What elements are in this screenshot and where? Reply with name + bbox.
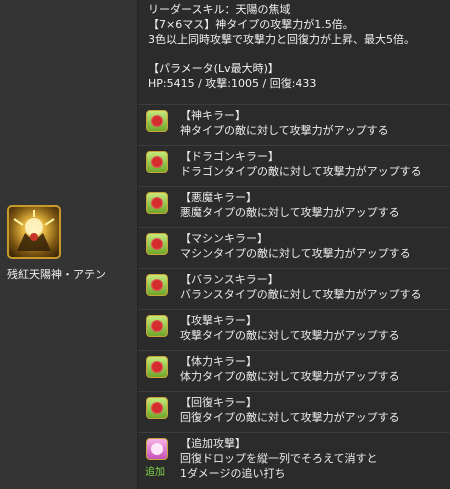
awakening-row: 【攻撃キラー】 攻撃タイプの敵に対して攻撃力がアップする: [138, 309, 450, 350]
awakening-desc: 攻撃タイプの敵に対して攻撃力がアップする: [180, 329, 400, 342]
awakening-title: 【マシンキラー】: [180, 232, 268, 245]
awakening-desc: 体力タイプの敵に対して攻撃力がアップする: [180, 370, 400, 383]
awakening-row: 【悪魔キラー】 悪魔タイプの敵に対して攻撃力がアップする: [138, 186, 450, 227]
leader-skill-effect-1: 【7×6マス】神タイプの攻撃力が1.5倍。: [148, 18, 354, 31]
awakening-row: 追加 【追加攻撃】 回復ドロップを縦一列でそろえて消すと 1ダメージの追い打ち: [138, 432, 450, 481]
awakening-row: 【ドラゴンキラー】 ドラゴンタイプの敵に対して攻撃力がアップする: [138, 145, 450, 186]
awakening-desc: 悪魔タイプの敵に対して攻撃力がアップする: [180, 206, 400, 219]
awakening-title: 【悪魔キラー】: [180, 191, 257, 204]
awakening-desc: バランスタイプの敵に対して攻撃力がアップする: [180, 288, 422, 301]
awakening-desc: 神タイプの敵に対して攻撃力がアップする: [180, 124, 389, 137]
awakening-row: 【バランスキラー】 バランスタイプの敵に対して攻撃力がアップする: [138, 268, 450, 309]
awakening-desc: ドラゴンタイプの敵に対して攻撃力がアップする: [180, 165, 422, 178]
awakening-sublabel: 追加: [145, 467, 165, 478]
awakening-title: 【ドラゴンキラー】: [180, 150, 279, 163]
awakening-desc-2: 1ダメージの追い打ち: [180, 467, 286, 480]
healer-killer-icon[interactable]: [146, 397, 168, 419]
monster-detail-panel: 残紅天陽神・アテン リーダースキル：天陽の焦域 【7×6マス】神タイプの攻撃力が…: [0, 0, 450, 489]
leader-skill-effect-2: 3色以上同時攻撃で攻撃力と回復力が上昇、最大5倍。: [148, 33, 415, 46]
leader-skill-block: リーダースキル：天陽の焦域 【7×6マス】神タイプの攻撃力が1.5倍。 3色以上…: [148, 2, 415, 91]
balanced-killer-icon[interactable]: [146, 274, 168, 296]
awakening-desc: 回復ドロップを縦一列でそろえて消すと: [180, 452, 378, 465]
dragon-killer-icon[interactable]: [146, 151, 168, 173]
awakening-desc: 回復タイプの敵に対して攻撃力がアップする: [180, 411, 400, 424]
awakening-desc: マシンタイプの敵に対して攻撃力がアップする: [180, 247, 411, 260]
monster-column: 残紅天陽神・アテン: [0, 0, 138, 489]
aten-portrait-icon[interactable]: [7, 205, 61, 259]
awakening-title: 【回復キラー】: [180, 396, 257, 409]
info-column: リーダースキル：天陽の焦域 【7×6マス】神タイプの攻撃力が1.5倍。 3色以上…: [138, 0, 450, 489]
awakening-title: 【追加攻撃】: [180, 437, 246, 450]
awakening-title: 【神キラー】: [180, 109, 246, 122]
machine-killer-icon[interactable]: [146, 233, 168, 255]
awakening-title: 【バランスキラー】: [180, 273, 279, 286]
awakening-row: 【マシンキラー】 マシンタイプの敵に対して攻撃力がアップする: [138, 227, 450, 268]
attacker-killer-icon[interactable]: [146, 315, 168, 337]
awakening-row: 【体力キラー】 体力タイプの敵に対して攻撃力がアップする: [138, 350, 450, 391]
devil-killer-icon[interactable]: [146, 192, 168, 214]
leader-skill-name: リーダースキル：天陽の焦域: [148, 3, 291, 16]
awakening-title: 【体力キラー】: [180, 355, 257, 368]
physical-killer-icon[interactable]: [146, 356, 168, 378]
awakening-row: 【回復キラー】 回復タイプの敵に対して攻撃力がアップする: [138, 391, 450, 432]
awakening-title: 【攻撃キラー】: [180, 314, 257, 327]
monster-name: 残紅天陽神・アテン: [7, 268, 106, 281]
additional-attack-icon[interactable]: [146, 438, 168, 460]
awakening-row: 【神キラー】 神タイプの敵に対して攻撃力がアップする: [138, 104, 450, 145]
params-title: 【パラメータ(Lv最大時)】: [148, 62, 279, 75]
god-killer-icon[interactable]: [146, 110, 168, 132]
awakening-list: 【神キラー】 神タイプの敵に対して攻撃力がアップする 【ドラゴンキラー】 ドラゴ…: [138, 104, 450, 481]
params-values: HP:5415 / 攻撃:1005 / 回復:433: [148, 77, 317, 90]
